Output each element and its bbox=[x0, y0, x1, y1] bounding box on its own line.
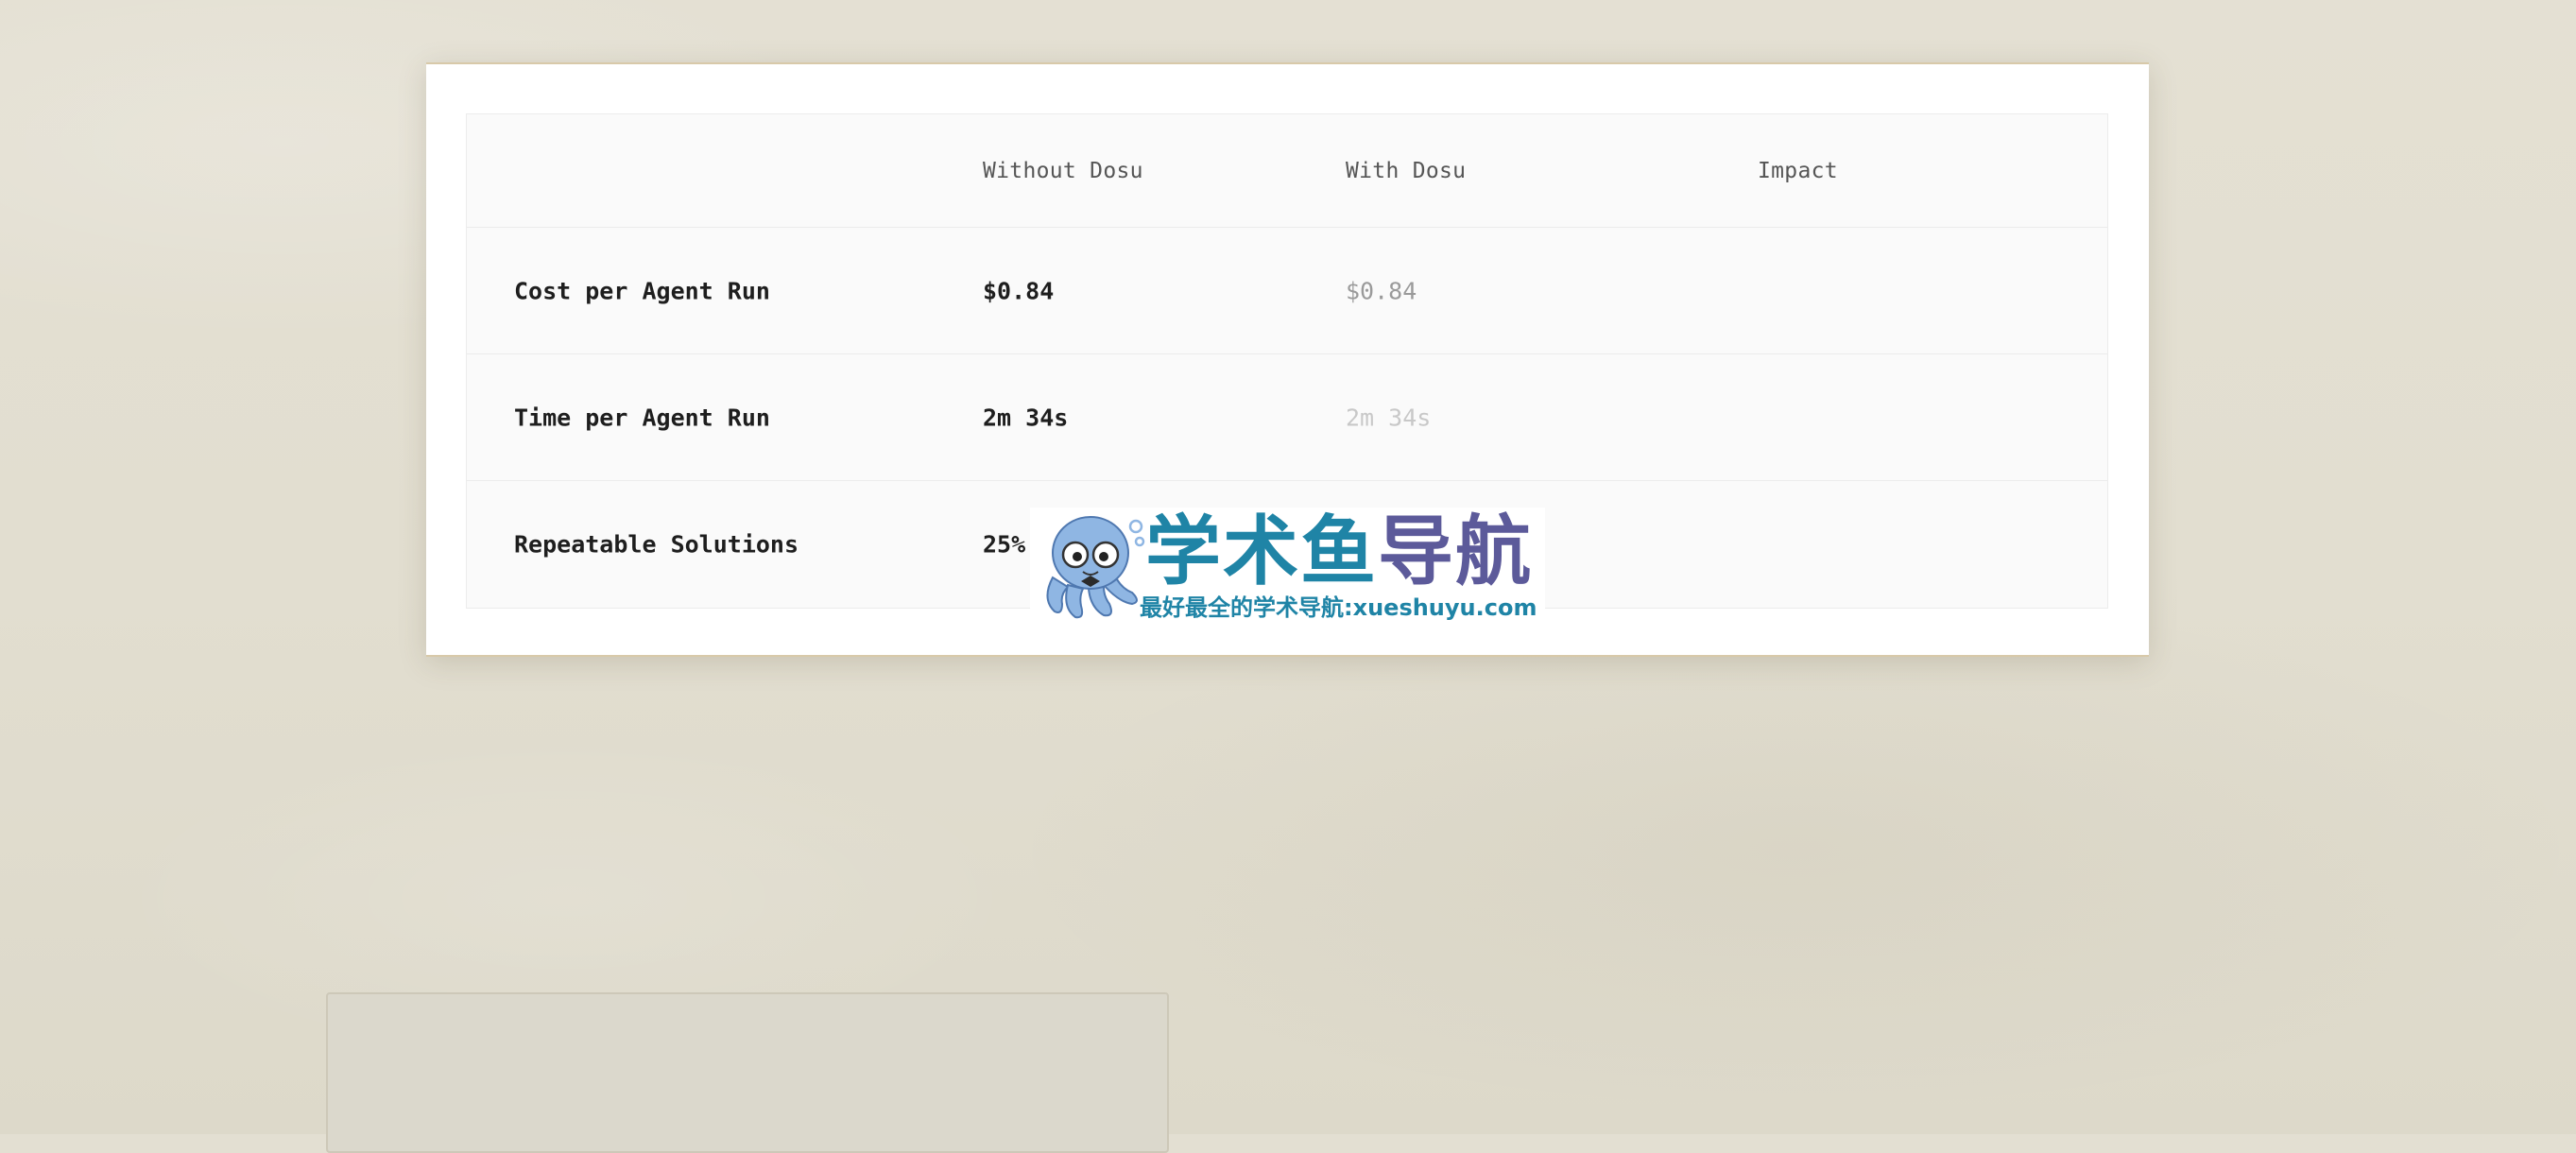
row-label: Time per Agent Run bbox=[514, 404, 770, 431]
header-without-dosu: Without Dosu bbox=[983, 158, 1143, 183]
without-dosu-value: $0.84 bbox=[983, 277, 1055, 304]
row-label: Cost per Agent Run bbox=[514, 277, 770, 304]
with-dosu-value: $0.84 bbox=[1346, 277, 1417, 304]
table-header-row: Without Dosu With Dosu Impact bbox=[467, 114, 2107, 228]
header-with-dosu: With Dosu bbox=[1346, 158, 1467, 183]
row-label: Repeatable Solutions bbox=[514, 530, 799, 559]
octopus-mascot-icon bbox=[1046, 516, 1145, 619]
watermark-logo: 学术鱼导航 最好最全的学术导航:xueshuyu.com bbox=[1030, 508, 1545, 626]
table-row: Time per Agent Run 2m 34s 2m 34s bbox=[467, 354, 2107, 481]
without-dosu-value: 25% bbox=[983, 530, 1026, 559]
with-dosu-value: 2m 34s bbox=[1346, 404, 1432, 431]
watermark-title-part2: 导航 bbox=[1378, 508, 1533, 595]
table-row: Cost per Agent Run $0.84 $0.84 bbox=[467, 228, 2107, 354]
without-dosu-value: 2m 34s bbox=[983, 404, 1069, 431]
watermark-subtitle: 最好最全的学术导航:xueshuyu.com bbox=[1140, 594, 1537, 621]
bottom-panel bbox=[326, 992, 1169, 1153]
watermark-title: 学术鱼导航 bbox=[1145, 509, 1533, 594]
header-impact: Impact bbox=[1758, 158, 1838, 183]
watermark-title-part1: 学术鱼 bbox=[1145, 508, 1378, 595]
